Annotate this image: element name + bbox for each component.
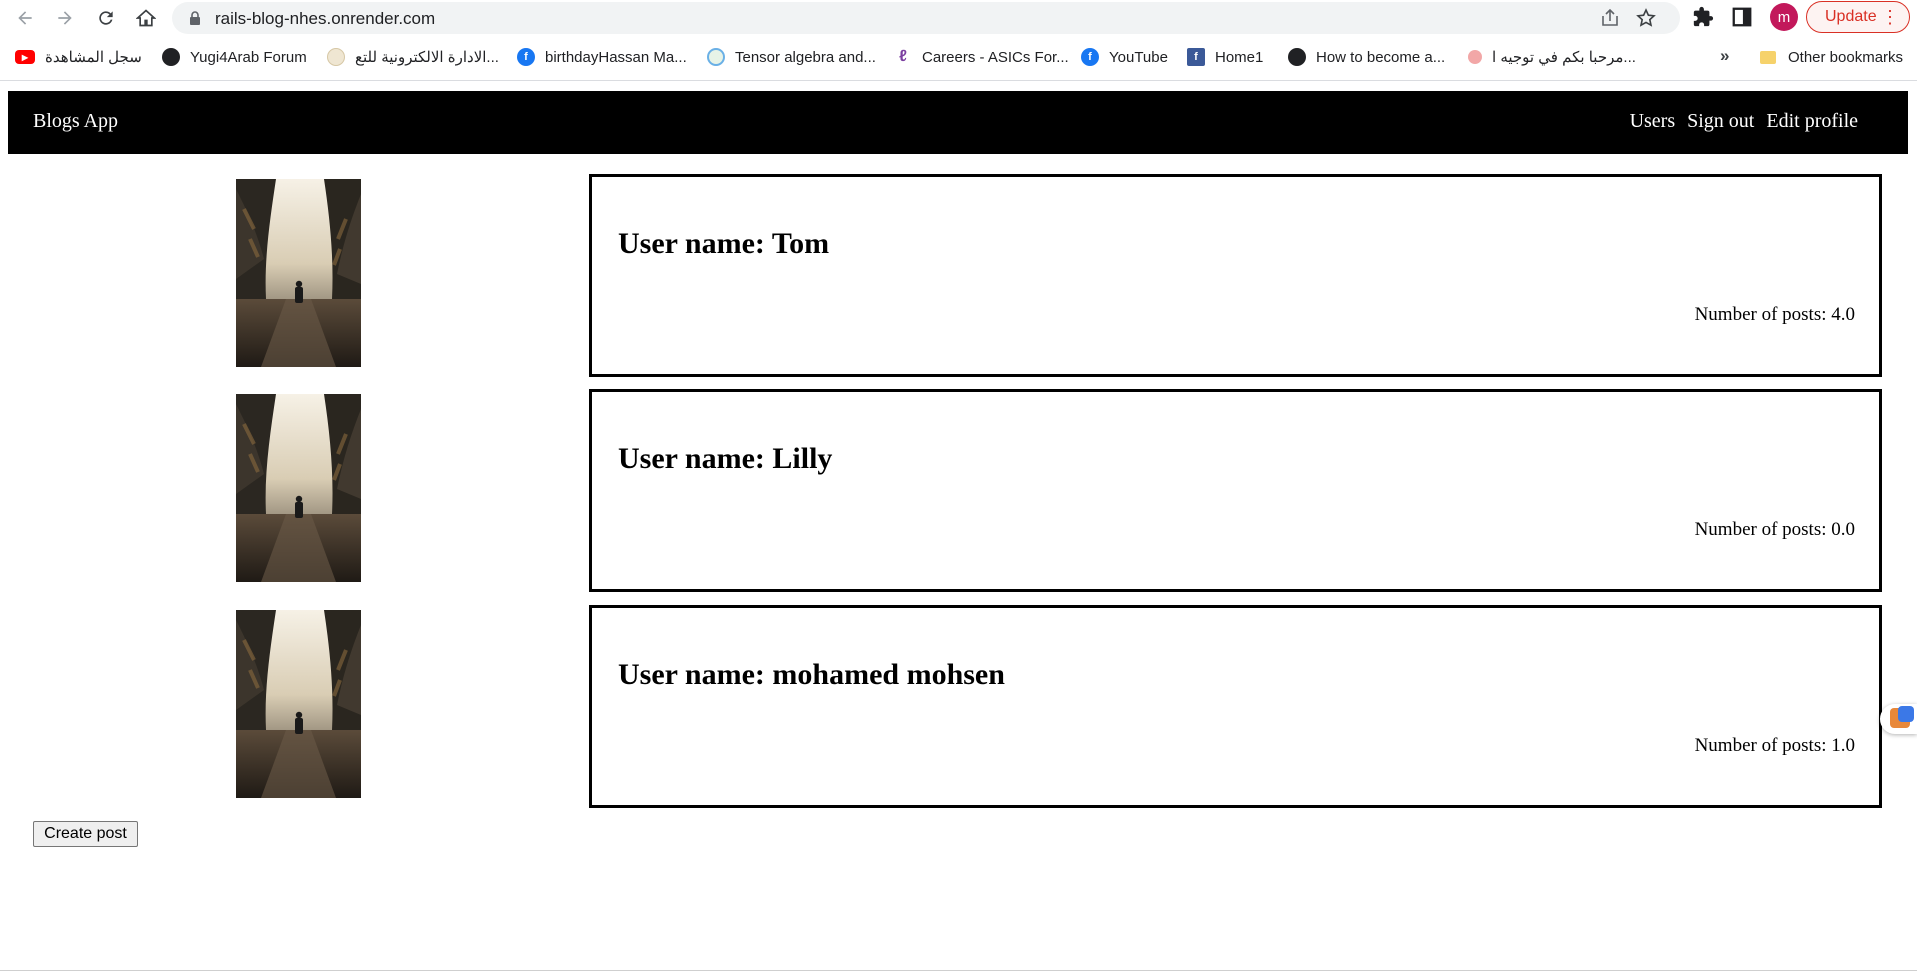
site-icon: ℓ: [899, 48, 907, 65]
forward-icon[interactable]: [52, 5, 78, 31]
back-icon[interactable]: [12, 5, 38, 31]
toolbar-divider: [0, 80, 1917, 81]
nav-link-users[interactable]: Users: [1630, 110, 1676, 133]
user-card[interactable]: User name: Lilly Number of posts: 0.0: [589, 389, 1882, 592]
url-text[interactable]: rails-blog-nhes.onrender.com: [215, 9, 435, 29]
reload-icon[interactable]: [93, 5, 119, 31]
user-name: User name: Lilly: [618, 442, 833, 475]
share-icon[interactable]: [1600, 8, 1620, 28]
side-panel-icon[interactable]: [1731, 6, 1753, 28]
user-name: User name: mohamed mohsen: [618, 658, 1005, 691]
user-photo: [236, 394, 361, 582]
site-navbar: Blogs App Users Sign out Edit profile: [8, 91, 1908, 154]
bookmark-item[interactable]: f YouTube: [1081, 43, 1168, 71]
youtube-icon: ▶: [15, 50, 35, 64]
bookmark-item[interactable]: Yugi4Arab Forum: [162, 43, 307, 71]
user-photo: [236, 179, 361, 367]
page-bottom-border: [0, 970, 1917, 971]
globe-icon: [1288, 48, 1306, 66]
browser-toolbar: rails-blog-nhes.onrender.com m Update ⋮: [0, 0, 1917, 35]
bookmark-label: birthdayHassan Ma...: [545, 48, 687, 66]
facebook-icon: f: [517, 48, 535, 66]
translate-extension-icon[interactable]: [1880, 704, 1917, 734]
user-photo: [236, 610, 361, 798]
other-bookmarks[interactable]: Other bookmarks: [1760, 43, 1903, 71]
update-label: Update: [1825, 8, 1877, 25]
site-icon: [1468, 50, 1482, 64]
extensions-puzzle-icon[interactable]: [1692, 6, 1714, 28]
home-icon[interactable]: [133, 5, 159, 31]
nav-link-edit-profile[interactable]: Edit profile: [1766, 110, 1858, 133]
post-count: Number of posts: 4.0: [1694, 304, 1855, 325]
nav-links: Users Sign out Edit profile: [1630, 110, 1858, 133]
address-bar[interactable]: rails-blog-nhes.onrender.com: [172, 2, 1680, 34]
bookmark-label: YouTube: [1109, 48, 1168, 66]
bookmark-item[interactable]: f Home1: [1187, 43, 1263, 71]
globe-icon: [162, 48, 180, 66]
folder-icon: [1760, 50, 1776, 64]
create-post-button[interactable]: Create post: [33, 821, 138, 847]
facebook-icon: f: [1081, 48, 1099, 66]
bookmark-item[interactable]: الادارة الالكترونية للتع...: [327, 43, 499, 71]
bookmark-label: How to become a...: [1316, 48, 1446, 66]
user-name: User name: Tom: [618, 227, 830, 260]
bookmark-label: Home1: [1215, 48, 1264, 66]
update-button[interactable]: Update ⋮: [1806, 1, 1910, 33]
bookmark-label: سجل المشاهدة: [45, 49, 142, 66]
post-count: Number of posts: 1.0: [1694, 735, 1855, 756]
user-card[interactable]: User name: mohamed mohsen Number of post…: [589, 605, 1882, 808]
user-card[interactable]: User name: Tom Number of posts: 4.0: [589, 174, 1882, 377]
nav-link-sign-out[interactable]: Sign out: [1687, 110, 1754, 133]
site-icon: [327, 48, 345, 66]
bookmark-label: Yugi4Arab Forum: [190, 48, 307, 66]
post-count: Number of posts: 0.0: [1694, 519, 1855, 540]
bookmark-label: Careers - ASICs For...: [922, 48, 1069, 66]
bookmark-item[interactable]: How to become a...: [1288, 43, 1445, 71]
bookmark-label: Tensor algebra and...: [735, 48, 876, 66]
profile-avatar[interactable]: m: [1770, 3, 1798, 31]
bookmark-item[interactable]: ℓ Careers - ASICs For...: [894, 43, 1069, 71]
translate-b-shape: [1898, 706, 1914, 722]
lock-icon[interactable]: [188, 11, 202, 25]
brand-title[interactable]: Blogs App: [33, 110, 118, 133]
bookmark-star-icon[interactable]: [1636, 8, 1656, 28]
bookmarks-bar: ▶ سجل المشاهدة Yugi4Arab Forum الادارة ا…: [0, 43, 1917, 71]
bookmark-label: مرحبا بكم في توجيه ا...: [1492, 49, 1636, 66]
menu-kebab-icon: ⋮: [1881, 7, 1899, 27]
bookmark-item[interactable]: Tensor algebra and...: [707, 43, 876, 71]
facebook-square-icon: f: [1187, 48, 1205, 66]
bookmark-item[interactable]: f birthdayHassan Ma...: [517, 43, 687, 71]
more-bookmarks-chevron-icon[interactable]: »: [1720, 46, 1729, 66]
other-bookmarks-label: Other bookmarks: [1788, 48, 1904, 66]
bookmark-item[interactable]: مرحبا بكم في توجيه ا...: [1468, 43, 1636, 71]
bookmark-label: الادارة الالكترونية للتع...: [355, 49, 499, 66]
bookmark-item[interactable]: ▶ سجل المشاهدة: [15, 43, 142, 71]
site-icon: [707, 48, 725, 66]
